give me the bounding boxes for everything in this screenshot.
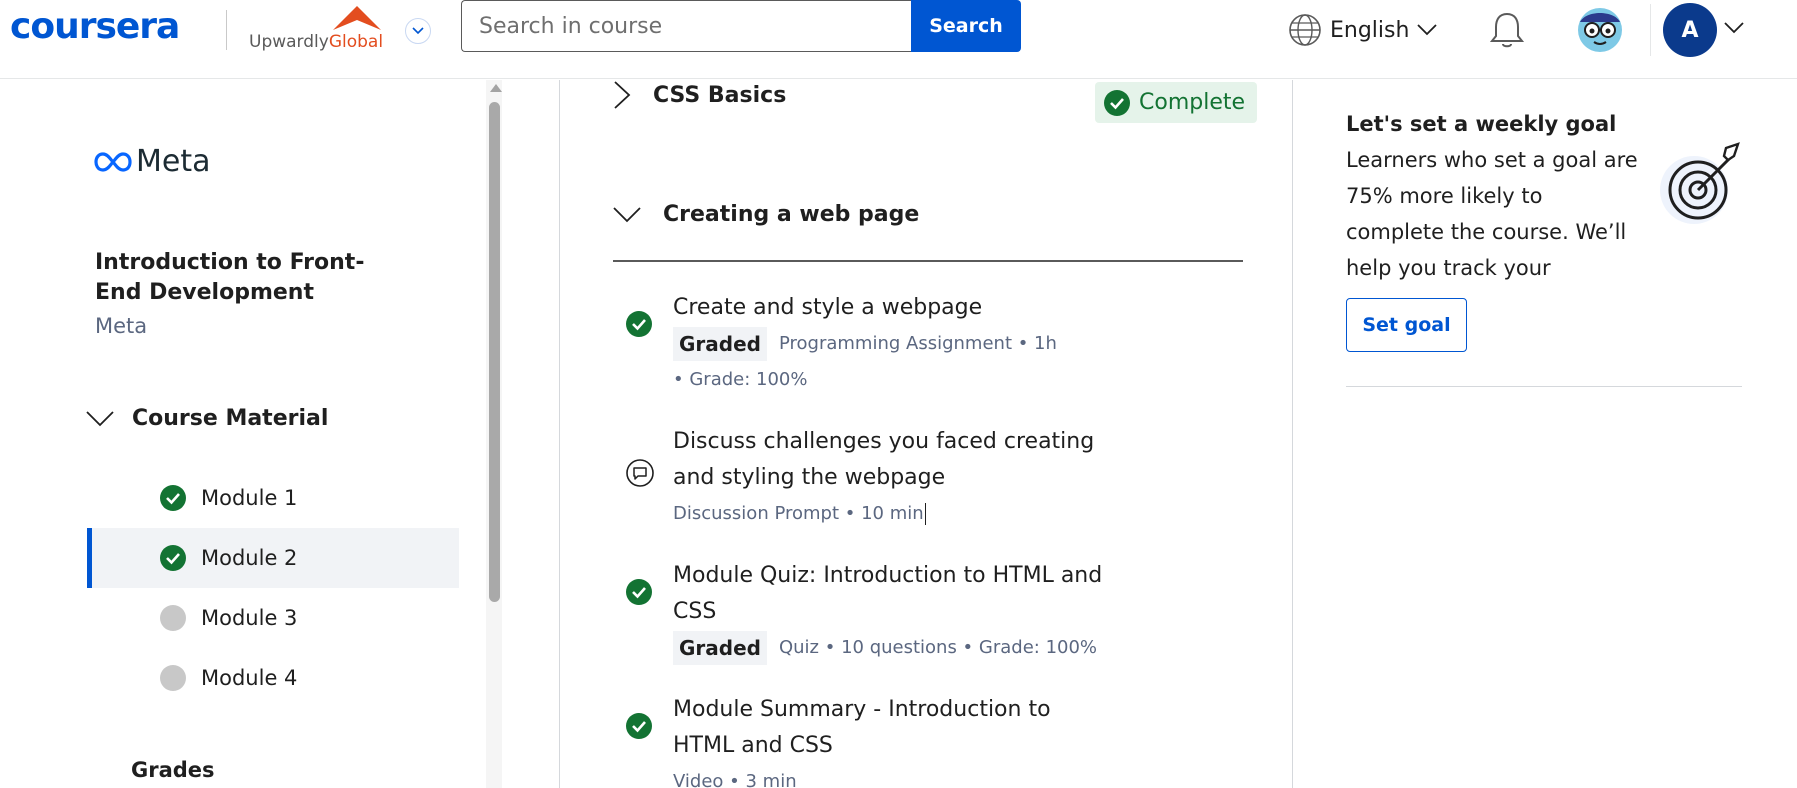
user-avatar[interactable]: A: [1663, 3, 1717, 57]
check-circle-icon: [160, 485, 186, 511]
header-divider: [1650, 4, 1651, 56]
list-item[interactable]: Module Quiz: Introduction to HTML and CS…: [613, 558, 1243, 666]
lesson-css-basics-toggle[interactable]: CSS Basics: [613, 80, 786, 110]
item-meta-text: Programming Assignment • 1h: [778, 333, 1057, 354]
scrollbar-thumb[interactable]: [489, 102, 500, 602]
empty-circle-icon: [160, 605, 186, 631]
list-item[interactable]: Module Summary - Introduction to HTML an…: [613, 692, 1243, 788]
check-circle-icon: [160, 545, 186, 571]
course-org: Meta: [95, 314, 148, 338]
logo-divider: [226, 10, 227, 50]
lesson-title: CSS Basics: [653, 82, 787, 108]
module-content: CSS Basics Complete Creating a web page …: [561, 80, 1293, 788]
lesson-title: Creating a web page: [663, 202, 920, 227]
check-circle-icon: [626, 311, 652, 337]
discussion-icon: [626, 459, 654, 487]
partner-name: UpwardlyGlobal: [249, 32, 384, 52]
check-circle-icon: [626, 713, 652, 739]
module-label: Module 3: [201, 606, 298, 630]
sidebar-item-module-4[interactable]: Module 4: [87, 648, 459, 708]
globe-icon: [1289, 14, 1321, 46]
course-search: Search: [461, 0, 1021, 52]
scroll-up-arrow-icon[interactable]: [490, 84, 502, 92]
lesson-creating-web-page-toggle[interactable]: Creating a web page: [613, 202, 919, 227]
complete-label: Complete: [1139, 90, 1246, 115]
course-material-label: Course Material: [132, 406, 329, 431]
lesson-divider: [613, 260, 1243, 262]
lesson-items: Create and style a webpage Graded Progra…: [613, 290, 1243, 788]
partner-logo[interactable]: UpwardlyGlobal: [249, 4, 389, 54]
graded-badge: Graded: [673, 327, 767, 361]
chevron-down-icon: [1417, 24, 1438, 36]
module-list: Module 1 Module 2 Module 3 Module 4: [87, 468, 459, 708]
module-label: Module 2: [201, 546, 298, 570]
list-item[interactable]: Discuss challenges you faced creating an…: [613, 424, 1243, 532]
sidebar-item-module-1[interactable]: Module 1: [87, 468, 459, 528]
sidebar-scrollbar[interactable]: [486, 80, 502, 788]
chevron-down-icon: [613, 206, 641, 222]
sidebar-item-module-2[interactable]: Module 2: [87, 528, 459, 588]
course-title[interactable]: Introduction to Front-End Development: [95, 248, 395, 308]
item-title[interactable]: Discuss challenges you faced creating an…: [673, 424, 1113, 496]
item-title[interactable]: Create and style a webpage: [673, 290, 1113, 326]
item-meta: Video • 3 min: [673, 764, 1243, 788]
item-title[interactable]: Module Summary - Introduction to HTML an…: [673, 692, 1113, 764]
chevron-right-icon: [614, 81, 631, 109]
course-material-toggle[interactable]: Course Material: [86, 406, 328, 431]
complete-status-badge: Complete: [1095, 82, 1258, 123]
chevron-down-icon[interactable]: [1724, 22, 1744, 34]
partner-roof-icon: [333, 6, 381, 30]
module-label: Module 4: [201, 666, 298, 690]
target-icon: [1660, 142, 1740, 224]
item-meta-text: Quiz • 10 questions • Grade: 100%: [778, 637, 1098, 658]
language-label: English: [1330, 17, 1410, 43]
learning-assistant-icon[interactable]: [1576, 6, 1624, 54]
search-button[interactable]: Search: [911, 0, 1021, 52]
goal-panel: Let's set a weekly goal Learners who set…: [1294, 80, 1797, 788]
item-title[interactable]: Module Quiz: Introduction to HTML and CS…: [673, 558, 1113, 630]
partner-dropdown-button[interactable]: [405, 18, 431, 44]
module-label: Module 1: [201, 486, 298, 510]
empty-circle-icon: [160, 665, 186, 691]
chevron-down-icon: [412, 27, 424, 35]
goal-description: Learners who set a goal are 75% more lik…: [1346, 148, 1638, 316]
chevron-down-icon: [86, 410, 114, 426]
set-goal-button[interactable]: Set goal: [1346, 298, 1467, 352]
goal-divider: [1346, 386, 1742, 387]
text-cursor: [924, 503, 926, 525]
sidebar-item-grades[interactable]: Grades: [131, 758, 215, 782]
check-circle-icon: [626, 579, 652, 605]
graded-badge: Graded: [673, 631, 767, 665]
goal-title: Let's set a weekly goal: [1346, 112, 1617, 136]
top-header: coursera UpwardlyGlobal Search English: [0, 0, 1797, 79]
check-circle-icon: [1104, 89, 1130, 116]
meta-infinity-icon: [94, 151, 132, 172]
course-sidebar: Meta Introduction to Front-End Developme…: [0, 80, 560, 788]
item-meta: Graded Quiz • 10 questions • Grade: 100%: [673, 630, 1243, 666]
language-selector[interactable]: English: [1288, 12, 1438, 48]
bell-icon[interactable]: [1488, 10, 1526, 50]
list-item[interactable]: Create and style a webpage Graded Progra…: [613, 290, 1243, 398]
sidebar-item-module-3[interactable]: Module 3: [87, 588, 459, 648]
meta-brand-text: Meta: [136, 144, 211, 179]
item-meta-text: Discussion Prompt • 10 min: [673, 503, 924, 524]
item-meta: Discussion Prompt • 10 min: [673, 496, 1243, 532]
item-meta-text: Video • 3 min: [673, 771, 797, 788]
item-meta: Graded Programming Assignment • 1h: [673, 326, 1243, 362]
coursera-logo[interactable]: coursera: [10, 6, 180, 47]
item-grade: • Grade: 100%: [673, 369, 808, 390]
meta-logo: Meta: [94, 144, 211, 179]
search-input[interactable]: [461, 0, 911, 52]
